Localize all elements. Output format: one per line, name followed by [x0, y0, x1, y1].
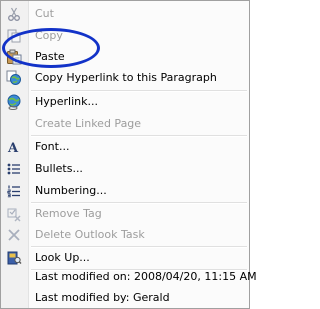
last-modified-on-text: Last modified on: 2008/04/20, 11:15 AM: [35, 270, 257, 283]
menu-item-label: Copy: [35, 29, 63, 42]
remove-tag-icon: [6, 206, 22, 222]
menu-item-label: Bullets...: [35, 162, 83, 175]
menu-item-cut[interactable]: Cut: [1, 3, 249, 25]
menu-item-label: Hyperlink...: [35, 95, 98, 108]
globe-chain-icon: [6, 94, 22, 110]
menu-info-last-modified-by: Last modified by: Gerald: [1, 287, 249, 309]
numbering-icon: [6, 183, 22, 199]
menu-item-label: Cut: [35, 7, 54, 20]
menu-item-label: Numbering...: [35, 184, 107, 197]
menu-item-label: Create Linked Page: [35, 117, 142, 130]
context-menu: Cut Copy Paste Copy Hyperlink to this Pa…: [0, 0, 257, 309]
menu-item-label: Look Up...: [35, 251, 90, 264]
paste-icon: [6, 49, 22, 65]
menu-item-numbering[interactable]: Numbering...: [1, 180, 249, 202]
menu-item-create-linked-page[interactable]: Create Linked Page: [1, 113, 249, 135]
last-modified-by-text: Last modified by: Gerald: [35, 291, 170, 304]
menu-item-copy-hyperlink[interactable]: Copy Hyperlink to this Paragraph: [1, 67, 249, 89]
menu-item-paste[interactable]: Paste: [1, 46, 249, 68]
menu-item-remove-tag[interactable]: Remove Tag: [1, 203, 249, 225]
delete-x-icon: [6, 227, 22, 243]
svg-text:A: A: [7, 141, 19, 155]
menu-item-copy[interactable]: Copy: [1, 25, 249, 47]
menu-item-delete-outlook-task[interactable]: Delete Outlook Task: [1, 224, 249, 246]
menu-item-label: Delete Outlook Task: [35, 228, 145, 241]
scissors-icon: [6, 6, 22, 22]
menu-item-label: Paste: [35, 50, 65, 63]
book-icon: [6, 250, 22, 266]
copy-icon: [6, 28, 22, 44]
menu-info-last-modified-on: Last modified on: 2008/04/20, 11:15 AM: [1, 266, 257, 288]
menu-item-hyperlink[interactable]: Hyperlink...: [1, 91, 249, 113]
menu-item-bullets[interactable]: Bullets...: [1, 158, 249, 180]
menu-item-label: Remove Tag: [35, 207, 102, 220]
menu-item-label: Font...: [35, 140, 70, 153]
menu-item-label: Copy Hyperlink to this Paragraph: [35, 71, 217, 84]
font-icon: A: [6, 139, 22, 155]
bullets-icon: [6, 161, 22, 177]
menu-item-font[interactable]: A Font...: [1, 136, 249, 158]
globe-link-icon: [6, 70, 22, 86]
